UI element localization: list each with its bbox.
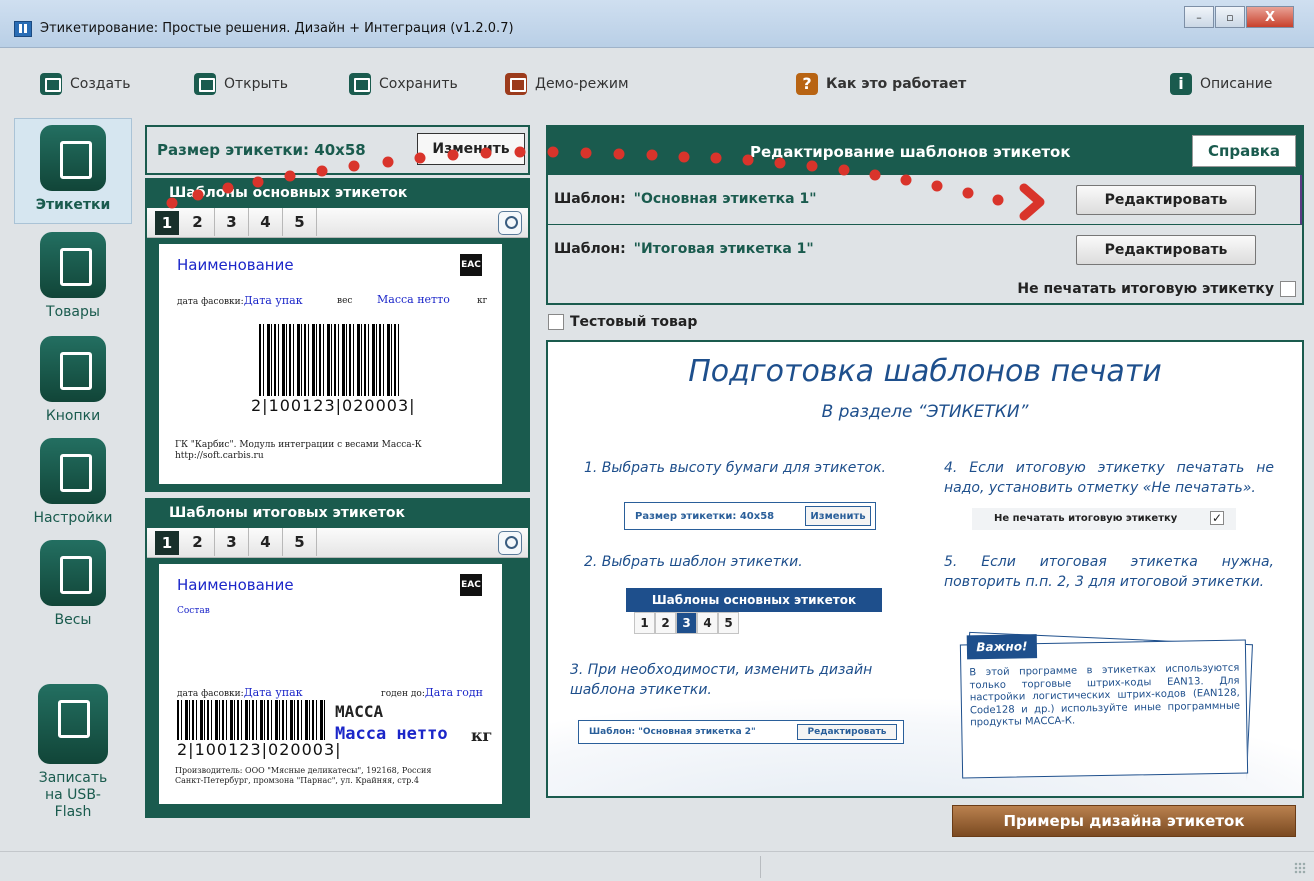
step2-illustration-tabs: 1 2 3 4 5: [634, 612, 739, 634]
resize-grip-icon[interactable]: [1294, 862, 1306, 874]
no-print-total-checkbox[interactable]: [1280, 281, 1296, 297]
info-panel: Подготовка шаблонов печати В разделе “ЭТ…: [546, 340, 1304, 798]
step-3: 3. При необходимости, изменить дизайн ша…: [570, 662, 873, 698]
label-size-text: Размер этикетки: 40x58: [157, 141, 366, 159]
status-bar: [0, 851, 1314, 881]
info-subtitle: В разделе “ЭТИКЕТКИ”: [821, 402, 1029, 422]
main-tab-4[interactable]: 4: [249, 208, 283, 236]
eac-mark-icon: EAC: [460, 254, 482, 276]
nav-item-scales[interactable]: Весы: [14, 534, 132, 634]
total-tab-3[interactable]: 3: [215, 528, 249, 556]
keys-icon: [40, 336, 106, 402]
edit-total-template-button[interactable]: Редактировать: [1076, 235, 1256, 265]
nav-item-settings[interactable]: Настройки: [14, 432, 132, 532]
step-5: 5. Если итоговая этикетка нужна, повтори…: [944, 554, 1274, 590]
window-titlebar: Этикетирование: Простые решения. Дизайн …: [0, 0, 1314, 48]
total-templates-tabs: 1 2 3 4 5: [147, 528, 528, 558]
app-icon: [14, 21, 32, 37]
scales-icon: [40, 540, 106, 606]
main-templates-tabs: 1 2 3 4 5: [147, 208, 528, 238]
open-icon: [194, 73, 216, 95]
label-size-panel: Размер этикетки: 40x58 Изменить: [145, 125, 530, 175]
maximize-button[interactable]: ▫: [1215, 6, 1245, 28]
window-title: Этикетирование: Простые решения. Дизайн …: [40, 21, 514, 36]
step-2: 2. Выбрать шаблон этикетки.: [584, 554, 803, 570]
important-note: Важно! В этой программе в этикетках испо…: [959, 634, 1249, 779]
how-it-works-button[interactable]: ? Как это работает: [796, 73, 966, 95]
label-design-examples-button[interactable]: Примеры дизайна этикеток: [952, 805, 1296, 837]
step2-illustration-head: Шаблоны основных этикеток: [626, 588, 882, 612]
total-tab-1[interactable]: 1: [155, 531, 179, 555]
window-controls: – ▫ X: [1183, 6, 1294, 28]
total-template-row: Шаблон: "Итоговая этикетка 1" Редактирова…: [548, 225, 1302, 275]
main-tab-1[interactable]: 1: [155, 211, 179, 235]
help-button[interactable]: Справка: [1192, 135, 1296, 167]
main-template-row: Шаблон: "Основная этикетка 1" Редактирова…: [548, 175, 1302, 225]
usb-flash-icon: [38, 684, 108, 764]
open-button[interactable]: Открыть: [194, 73, 288, 95]
zoom-icon[interactable]: [498, 531, 522, 555]
toolbar: Создать Открыть Сохранить Демо-режим ? К…: [0, 49, 1314, 115]
minimize-button[interactable]: –: [1184, 6, 1214, 28]
step4-illustration: Не печатать итоговую этикетку ✓: [972, 508, 1236, 530]
main-tab-3[interactable]: 3: [215, 208, 249, 236]
total-tab-2[interactable]: 2: [181, 528, 215, 556]
step-4: 4. Если итоговую этикетку печатать не на…: [944, 460, 1274, 496]
step3-illustration: Шаблон: "Основная этикетка 2" Редактиров…: [578, 720, 904, 744]
main-label-preview[interactable]: Наименование EAC дата фасовки:Дата упак …: [159, 244, 502, 484]
sidebar-nav: Этикетки Товары Кнопки Настройки Весы За…: [12, 116, 135, 850]
step-1: 1. Выбрать высоту бумаги для этикеток.: [584, 460, 886, 476]
total-templates-title: Шаблоны итоговых этикеток: [147, 500, 528, 528]
editor-title: Редактирование шаблонов этикеток: [750, 143, 1071, 161]
total-tab-4[interactable]: 4: [249, 528, 283, 556]
question-icon: ?: [796, 73, 818, 95]
step1-illustration: Размер этикетки: 40x58 Изменить: [624, 502, 876, 530]
description-button[interactable]: i Описание: [1170, 73, 1272, 95]
close-button[interactable]: X: [1246, 6, 1294, 28]
save-icon: [349, 73, 371, 95]
nav-item-labels[interactable]: Этикетки: [14, 118, 132, 224]
no-print-total-label: Не печатать итоговую этикетку: [1017, 281, 1274, 297]
info-title: Подготовка шаблонов печати: [688, 354, 1162, 389]
eac-mark-icon: EAC: [460, 574, 482, 596]
editor-header: Редактирование шаблонов этикеток Справка: [548, 127, 1302, 175]
main-tab-2[interactable]: 2: [181, 208, 215, 236]
total-templates-panel: Шаблоны итоговых этикеток 1 2 3 4 5 Наим…: [145, 498, 530, 818]
change-size-button[interactable]: Изменить: [417, 133, 525, 165]
test-item-checkbox[interactable]: [548, 314, 564, 330]
nav-item-buttons[interactable]: Кнопки: [14, 330, 132, 430]
template-editor-panel: Редактирование шаблонов этикеток Справка…: [546, 125, 1304, 305]
main-tab-5[interactable]: 5: [283, 208, 317, 236]
barcode: [259, 324, 399, 406]
cart-icon: [40, 232, 106, 298]
test-item-option[interactable]: Тестовый товар: [548, 314, 697, 330]
nav-item-usb[interactable]: Записать на USB-Flash: [14, 678, 132, 828]
nav-item-goods[interactable]: Товары: [14, 226, 132, 326]
main-templates-title: Шаблоны основных этикеток: [147, 180, 528, 208]
total-label-preview[interactable]: Наименование EAC Состав дата фасовки:Дат…: [159, 564, 502, 804]
demo-icon: [505, 73, 527, 95]
info-icon: i: [1170, 73, 1192, 95]
main-templates-panel: Шаблоны основных этикеток 1 2 3 4 5 Наим…: [145, 178, 530, 492]
edit-main-template-button[interactable]: Редактировать: [1076, 185, 1256, 215]
zoom-icon[interactable]: [498, 211, 522, 235]
total-tab-5[interactable]: 5: [283, 528, 317, 556]
demo-mode-button[interactable]: Демо-режим: [505, 73, 629, 95]
save-button[interactable]: Сохранить: [349, 73, 458, 95]
label-roll-icon: [40, 125, 106, 191]
create-button[interactable]: Создать: [40, 73, 130, 95]
create-icon: [40, 73, 62, 95]
sliders-icon: [40, 438, 106, 504]
